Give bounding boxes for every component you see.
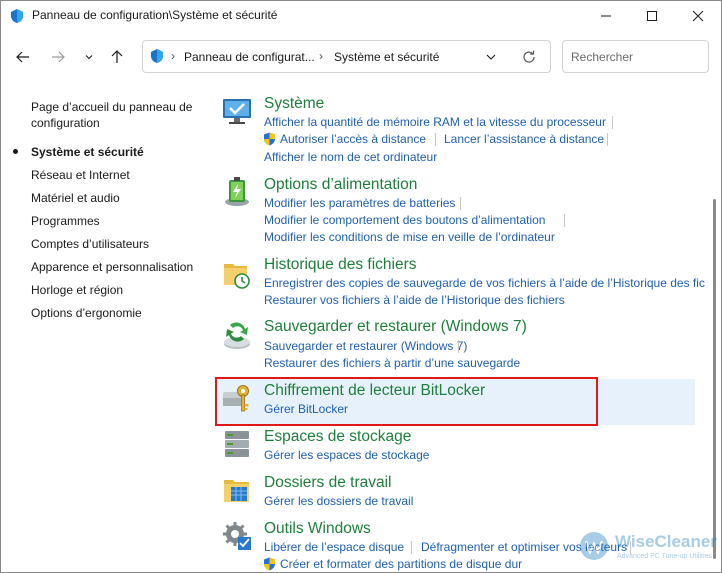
window-title: Panneau de configuration\Système et sécu… (32, 8, 278, 22)
category-title-windows-tools[interactable]: Outils Windows (264, 520, 371, 538)
category-file-history: Historique des fichiers Enregistrer des … (215, 254, 705, 314)
link-power-buttons[interactable]: Modifier le comportement des boutons d’a… (264, 213, 545, 227)
link-divider (411, 541, 412, 554)
current-item-bullet (13, 149, 18, 154)
navigation-bar: › Panneau de configurat... › Système et … (1, 39, 721, 75)
uac-shield-icon (264, 132, 275, 146)
sidebar-item-programs[interactable]: Programmes (31, 213, 100, 229)
sidebar-item-home[interactable]: Page d’accueil du panneau de (31, 99, 192, 115)
link-view-ram-speed[interactable]: Afficher la quantité de mémoire RAM et l… (264, 115, 606, 129)
sidebar-item-appearance[interactable]: Apparence et personnalisation (31, 259, 193, 275)
windows-tools-icon (223, 522, 251, 550)
chevron-down-icon (85, 55, 93, 60)
breadcrumb-system-security[interactable]: Système et sécurité (334, 50, 439, 64)
minimize-button[interactable] (583, 1, 629, 30)
category-title-storage-spaces[interactable]: Espaces de stockage (264, 428, 411, 446)
up-button[interactable] (107, 47, 127, 67)
storage-spaces-icon (225, 431, 249, 457)
breadcrumb-control-panel[interactable]: Panneau de configurat... (184, 50, 315, 64)
link-divider (607, 133, 608, 146)
control-panel-window: Panneau de configuration\Système et sécu… (0, 0, 722, 573)
link-divider (435, 133, 436, 146)
search-box[interactable] (562, 40, 709, 73)
breadcrumb-separator-icon: › (171, 49, 175, 63)
category-power-options: Options d’alimentation Modifier les para… (215, 174, 695, 249)
sidebar-item-network[interactable]: Réseau et Internet (31, 167, 130, 183)
close-button[interactable] (675, 1, 721, 30)
link-backup-restore-win7[interactable]: Sauvegarder et restaurer (Windows 7) (264, 339, 467, 353)
category-title-file-history[interactable]: Historique des fichiers (264, 256, 416, 274)
category-title-system[interactable]: Système (264, 95, 324, 113)
link-launch-remote-assistance[interactable]: Lancer l’assistance à distance (444, 132, 604, 146)
refresh-icon[interactable] (521, 49, 537, 65)
link-allow-remote-access[interactable]: Autoriser l’accès à distance (280, 132, 426, 146)
link-divider (460, 197, 461, 210)
link-divider (564, 214, 565, 227)
category-title-work-folders[interactable]: Dossiers de travail (264, 474, 392, 492)
recent-locations-button[interactable] (79, 47, 99, 67)
link-free-disk-space[interactable]: Libérer de l’espace disque (264, 540, 404, 554)
link-manage-work-folders[interactable]: Gérer les dossiers de travail (264, 494, 413, 508)
sidebar-item-home-cont[interactable]: configuration (31, 115, 100, 131)
sidebar-item-system-security[interactable]: Système et sécurité (31, 144, 144, 160)
watermark-tagline: Advanced PC Tune-up Utilities (617, 553, 712, 560)
vertical-scrollbar[interactable] (713, 199, 716, 559)
sidebar-item-clock-region[interactable]: Horloge et région (31, 282, 123, 298)
category-title-power-options[interactable]: Options d’alimentation (264, 176, 417, 194)
link-restore-from-backup[interactable]: Restaurer des fichiers à partir d’une sa… (264, 356, 520, 370)
battery-icon (225, 177, 249, 206)
link-battery-settings[interactable]: Modifier les paramètres de batteries (264, 196, 455, 210)
work-folders-icon (224, 480, 249, 502)
back-button[interactable] (13, 47, 33, 67)
minimize-icon (601, 15, 611, 16)
forward-button[interactable] (48, 47, 68, 67)
link-sleep-conditions[interactable]: Modifier les conditions de mise en veill… (264, 230, 555, 244)
search-input[interactable] (571, 50, 701, 64)
arrow-left-icon (16, 51, 29, 63)
close-icon (692, 10, 704, 21)
category-storage-spaces: Espaces de stockage Gérer les espaces de… (215, 427, 695, 467)
link-create-format-partitions[interactable]: Créer et formater des partitions de disq… (280, 557, 522, 571)
watermark-name: WiseCleaner (615, 532, 717, 551)
category-title-backup-restore[interactable]: Sauvegarder et restaurer (Windows 7) (264, 318, 527, 336)
breadcrumb-separator-icon: › (319, 49, 323, 63)
category-system: Système Afficher la quantité de mémoire … (215, 93, 695, 173)
category-work-folders: Dossiers de travail Gérer les dossiers d… (215, 473, 695, 513)
link-divider (458, 340, 459, 353)
arrow-right-icon (52, 51, 65, 63)
link-manage-storage-spaces[interactable]: Gérer les espaces de stockage (264, 448, 429, 462)
wisecleaner-watermark: WiseCleaner Advanced PC Tune-up Utilitie… (575, 527, 722, 571)
monitor-check-icon (223, 99, 251, 124)
link-save-backup-copies[interactable]: Enregistrer des copies de sauvegarde de … (264, 276, 705, 290)
link-restore-files-history[interactable]: Restaurer vos fichiers à l’aide de l’His… (264, 293, 565, 307)
annotation-highlight-box (215, 377, 598, 426)
sidebar-item-hardware[interactable]: Matériel et audio (31, 190, 120, 206)
uac-shield-icon (264, 557, 275, 571)
maximize-icon (647, 10, 657, 21)
chevron-down-icon[interactable] (485, 51, 497, 63)
address-bar[interactable]: › Panneau de configurat... › Système et … (142, 40, 551, 73)
wisecleaner-logo-icon (580, 532, 608, 560)
shield-icon (11, 9, 23, 23)
shield-icon (151, 49, 163, 63)
link-view-computer-name[interactable]: Afficher le nom de cet ordinateur (264, 150, 437, 164)
category-backup-restore: Sauvegarder et restaurer (Windows 7) Sau… (215, 317, 695, 377)
arrow-up-icon (111, 50, 123, 63)
title-bar: Panneau de configuration\Système et sécu… (1, 1, 721, 30)
sidebar-item-ease-of-access[interactable]: Options d’ergonomie (31, 305, 142, 321)
file-history-icon (224, 264, 250, 289)
backup-restore-icon (224, 322, 250, 349)
maximize-button[interactable] (629, 1, 675, 30)
link-divider (612, 116, 613, 129)
sidebar-item-accounts[interactable]: Comptes d’utilisateurs (31, 236, 149, 252)
